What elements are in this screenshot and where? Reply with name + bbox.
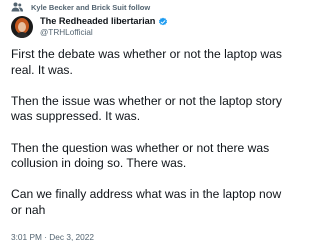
tweet-header: The Redheaded libertarian @TRHLofficial <box>11 16 168 38</box>
people-follow-icon <box>11 1 23 13</box>
author-display-name[interactable]: The Redheaded libertarian <box>40 16 155 27</box>
social-context: Kyle Becker and Brick Suit follow <box>11 1 150 13</box>
author-name-row: The Redheaded libertarian <box>40 16 168 27</box>
tweet-paragraph: Can we finally address what was in the l… <box>11 187 282 217</box>
author-info: The Redheaded libertarian @TRHLofficial <box>40 16 168 38</box>
tweet-paragraph: First the debate was whether or not the … <box>11 47 282 77</box>
avatar[interactable] <box>11 16 33 38</box>
tweet-card: Kyle Becker and Brick Suit follow The Re… <box>0 0 300 250</box>
verified-badge-icon <box>158 17 168 27</box>
tweet-paragraph: Then the issue was whether or not the la… <box>11 93 282 124</box>
tweet-text: First the debate was whether or not the … <box>11 47 295 234</box>
tweet-timestamp[interactable]: 3:01 PM · Dec 3, 2022 <box>11 232 94 243</box>
tweet-paragraph: Then the question was whether or not the… <box>11 140 270 171</box>
author-handle[interactable]: @TRHLofficial <box>40 27 168 38</box>
social-context-text: Kyle Becker and Brick Suit follow <box>31 2 151 12</box>
